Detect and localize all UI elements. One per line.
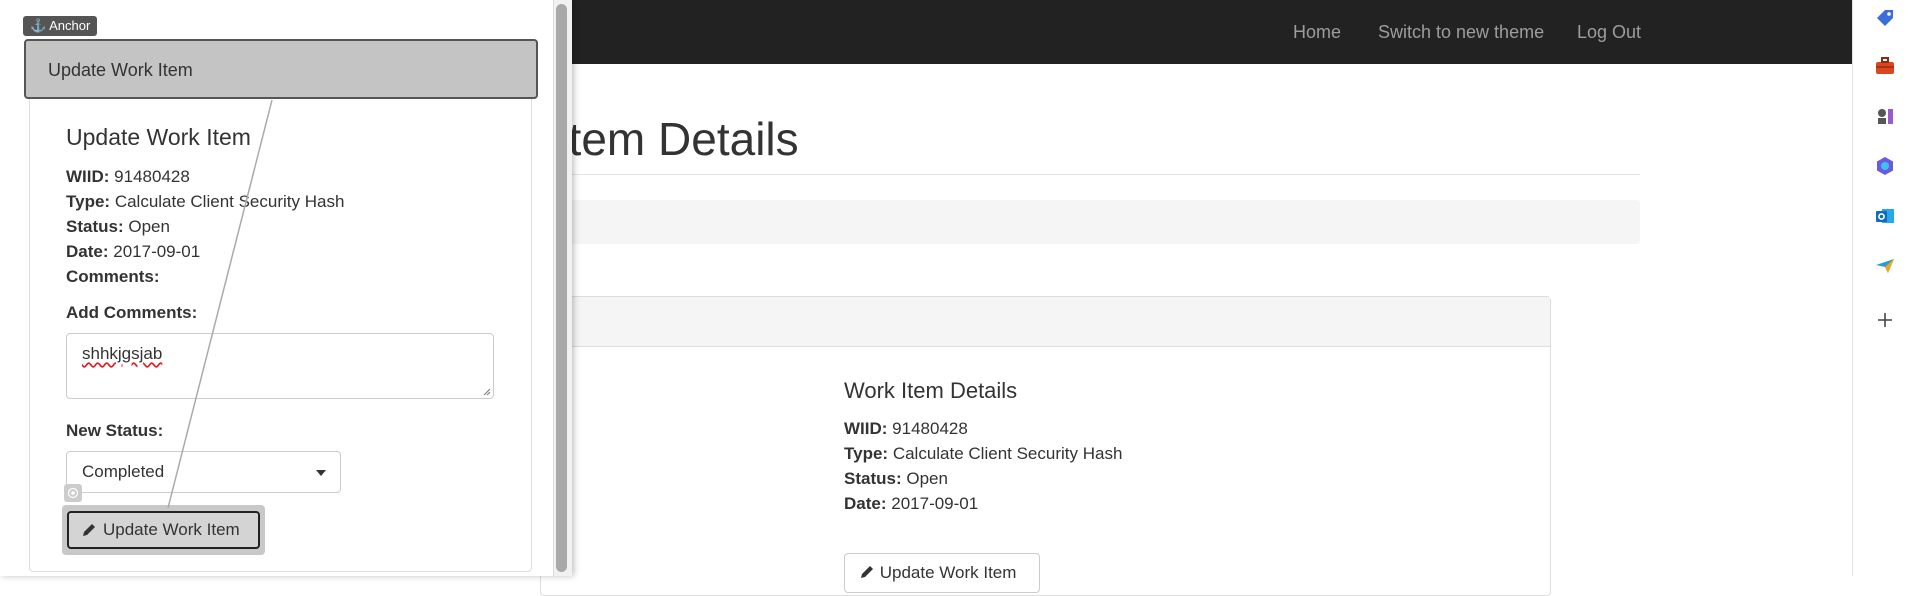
detail-date: Date: 2017-09-01 [844,494,979,513]
new-status-label: New Status: [66,421,164,440]
outlook-icon[interactable] [1873,204,1897,228]
card-date: Date: 2017-09-01 [66,242,201,261]
details-heading: Work Item Details [844,378,1018,403]
panel-header [541,297,1550,347]
new-status-select[interactable]: Completed [66,451,341,493]
chess-icon[interactable] [1873,104,1897,128]
detail-status: Status: Open [844,469,948,488]
anchor-tag: ⚓ Anchor [23,16,98,36]
anchor-bar[interactable]: Update Work Item [24,39,538,99]
select-value: Completed [82,462,165,481]
card-status: Status: Open [66,217,170,236]
tag-icon[interactable] [1873,6,1897,30]
nav-logout-link[interactable]: Log Out [1577,22,1641,43]
work-item-details: Work Item Details WIID: 91480428 Type: C… [844,378,1244,516]
update-work-item-button[interactable]: Update Work Item [67,511,260,549]
info-bar [520,200,1640,244]
comments-textarea[interactable]: shhkjgsjab [66,333,494,399]
card-title: Update Work Item [66,124,251,150]
plus-icon[interactable] [1873,308,1897,332]
title-divider [520,174,1640,175]
update-card [29,80,532,572]
card-details: WIID: 91480428 Type: Calculate Client Se… [66,164,344,289]
add-comments-label: Add Comments: [66,303,198,322]
card-type: Type: Calculate Client Security Hash [66,192,345,211]
chevron-down-icon [316,470,326,476]
card-wiid: WIID: 91480428 [66,167,190,186]
send-icon[interactable] [1873,254,1897,278]
browser-sidebar [1852,0,1920,576]
nav-home-link[interactable]: Home [1293,22,1341,43]
toolbox-icon[interactable] [1873,54,1897,78]
submit-label: Update Work Item [103,520,240,539]
pencil-icon [83,524,95,536]
anchor-icon: ⚓ [30,18,47,33]
nav-switch-theme-link[interactable]: Switch to new theme [1378,22,1544,43]
card-comments: Comments: [66,267,160,286]
anchor-bar-label: Update Work Item [48,60,193,80]
detail-wiid: WIID: 91480428 [844,419,968,438]
target-icon[interactable] [64,484,82,502]
resize-grip-icon[interactable] [481,386,491,396]
comment-text: shhkjgsjab [82,344,163,363]
detail-type: Type: Calculate Client Security Hash [844,444,1123,463]
copilot-icon[interactable] [1873,154,1897,178]
update-work-item-button-bg[interactable]: Update Work Item [844,553,1040,593]
overlay-scrollbar-thumb[interactable] [556,4,567,572]
pencil-icon [861,566,873,578]
